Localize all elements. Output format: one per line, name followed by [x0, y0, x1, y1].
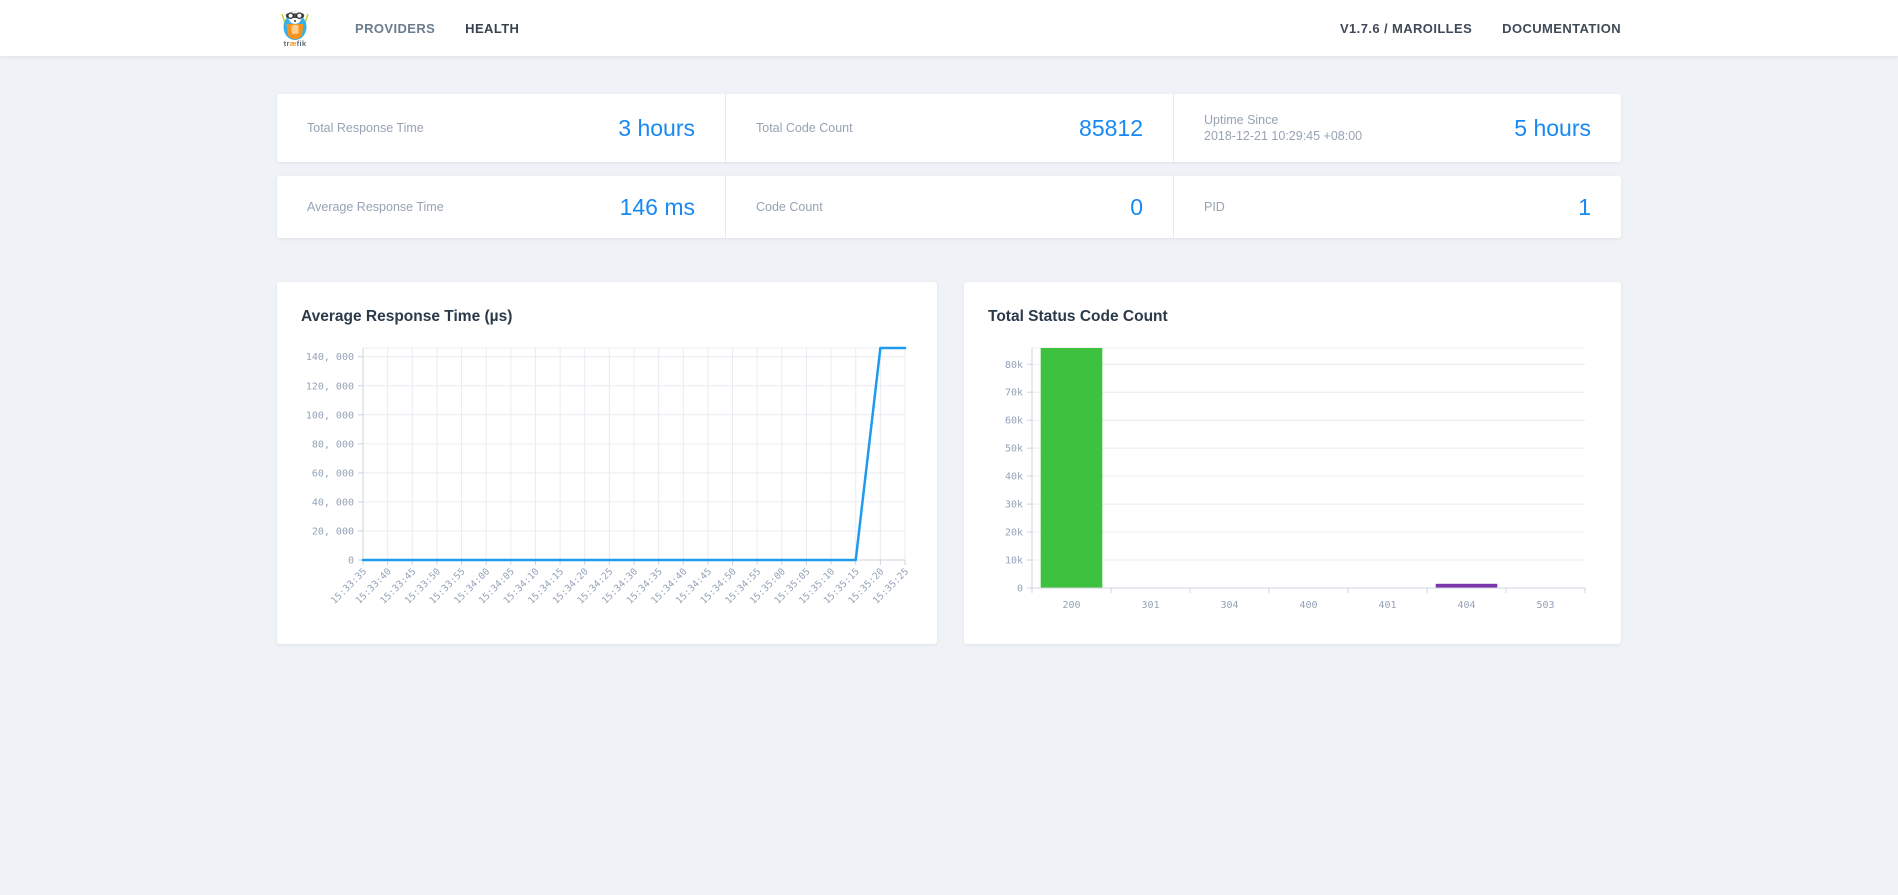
bar-chart-title: Total Status Code Count: [988, 308, 1168, 325]
nav-tab-providers[interactable]: PROVIDERS: [355, 21, 435, 36]
status-code-chart-card: Total Status Code Count 0 10k 20k 30k 40k 50k…: [964, 282, 1621, 644]
stat-label: Total Response Time: [307, 121, 424, 135]
status-code-bar-chart: 0 10k 20k 30k 40k 50k 60k 70k 80k 200 301 304 400 401…: [1005, 347, 1586, 611]
svg-text:70k: 70k: [1005, 388, 1023, 399]
svg-text:404: 404: [1457, 600, 1475, 611]
svg-text:40, 000: 40, 000: [312, 497, 354, 508]
stat-average-response-time: Average Response Time 146 ms: [277, 176, 725, 238]
svg-text:301: 301: [1141, 600, 1159, 611]
svg-text:0: 0: [1017, 584, 1023, 595]
svg-text:50k: 50k: [1005, 444, 1023, 455]
stat-value: 5 hours: [1514, 114, 1591, 141]
stat-value: 146 ms: [619, 193, 695, 220]
stat-value: 3 hours: [618, 114, 695, 141]
stat-label: Code Count: [756, 200, 823, 214]
stat-total-code-count: Total Code Count 85812: [725, 94, 1173, 162]
traefik-wordmark: træfik: [283, 38, 307, 48]
svg-text:10k: 10k: [1005, 556, 1023, 567]
line-chart-title: Average Response Time (µs): [301, 308, 513, 325]
svg-text:20k: 20k: [1005, 528, 1023, 539]
version-label: V1.7.6 / MAROILLES: [1339, 20, 1473, 36]
stat-label: Total Code Count: [756, 121, 853, 135]
avg-response-time-chart-card: Average Response Time (µs) 0 20, 000 40, 0…: [277, 282, 937, 644]
stat-code-count: Code Count 0: [725, 176, 1173, 238]
svg-text:503: 503: [1536, 600, 1554, 611]
stat-label: PID: [1204, 200, 1225, 214]
main-content: Total Response Time 3 hours Total Code C…: [277, 94, 1621, 644]
stat-value: 1: [1578, 193, 1591, 220]
svg-text:304: 304: [1220, 600, 1238, 611]
svg-text:0: 0: [348, 556, 354, 567]
avg-response-time-line-chart: 0 20, 000 40, 000 60, 000 80, 000 100, 000 120…: [306, 346, 911, 606]
stat-label: Uptime Since 2018-12-21 10:29:45 +08:00: [1204, 113, 1362, 143]
svg-text:80k: 80k: [1005, 360, 1023, 371]
svg-text:100, 000: 100, 000: [306, 410, 354, 421]
svg-text:60, 000: 60, 000: [312, 468, 354, 479]
svg-text:200: 200: [1062, 600, 1080, 611]
uptime-timestamp: 2018-12-21 10:29:45 +08:00: [1204, 129, 1363, 143]
stat-value: 85812: [1079, 114, 1143, 141]
svg-text:40k: 40k: [1005, 472, 1023, 483]
svg-text:140, 000: 140, 000: [306, 352, 354, 363]
svg-text:60k: 60k: [1005, 416, 1023, 427]
svg-text:80, 000: 80, 000: [312, 439, 354, 450]
top-nav: træfik PROVIDERS HEALTH V1.7.6 / MAROILL…: [0, 0, 1898, 57]
stats-card-totals: Total Response Time 3 hours Total Code C…: [277, 94, 1621, 162]
stat-pid: PID 1: [1173, 176, 1621, 238]
documentation-link[interactable]: DOCUMENTATION: [1502, 21, 1621, 36]
traefik-gopher-icon: [281, 10, 309, 40]
svg-text:400: 400: [1299, 600, 1317, 611]
stat-label: Average Response Time: [307, 200, 444, 214]
charts-row: Average Response Time (µs) 0 20, 000 40, 0…: [277, 282, 1621, 644]
nav-tab-health[interactable]: HEALTH: [465, 21, 519, 36]
svg-text:30k: 30k: [1005, 500, 1023, 511]
stat-value: 0: [1130, 193, 1143, 220]
traefik-logo[interactable]: træfik: [277, 9, 313, 48]
svg-text:401: 401: [1378, 600, 1396, 611]
stats-card-current: Average Response Time 146 ms Code Count …: [277, 176, 1621, 238]
stat-total-response-time: Total Response Time 3 hours: [277, 94, 725, 162]
svg-text:20, 000: 20, 000: [312, 526, 354, 537]
uptime-label: Uptime Since: [1204, 113, 1279, 127]
svg-text:120, 000: 120, 000: [306, 381, 354, 392]
stat-uptime-since: Uptime Since 2018-12-21 10:29:45 +08:00 …: [1173, 94, 1621, 162]
